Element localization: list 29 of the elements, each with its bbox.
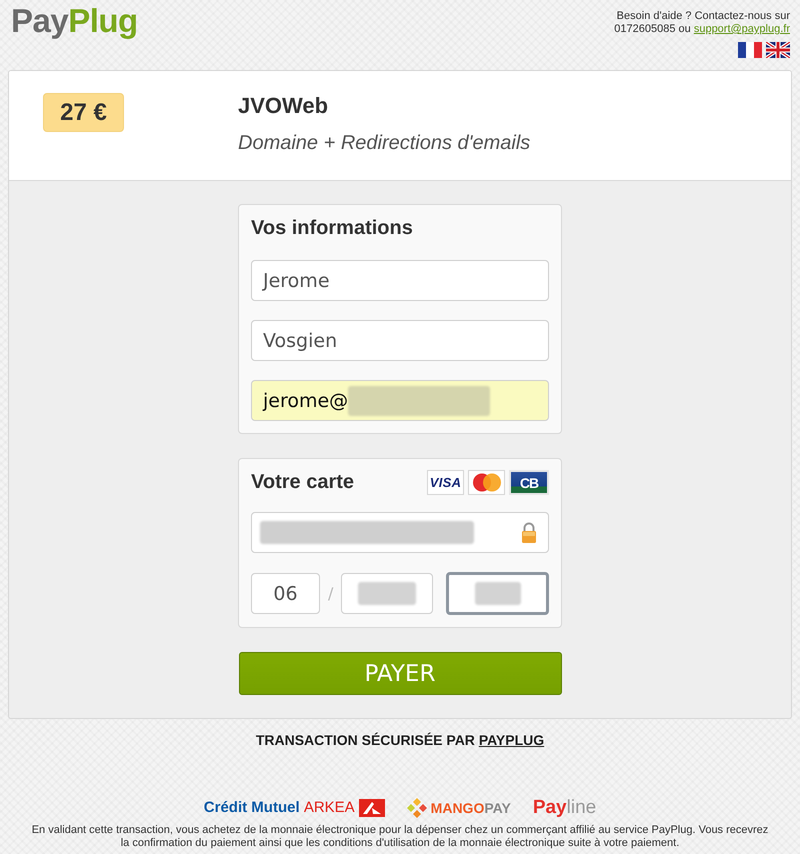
help-text: Besoin d'aide ? Contactez-nous sur 0172605085 ou support@payplug.fr [613, 10, 790, 36]
merchant-name: JVOWeb [238, 93, 328, 119]
padlock-icon [521, 522, 537, 543]
price-badge: 27 € [43, 93, 124, 132]
card-number-field[interactable] [251, 512, 549, 553]
cb-card-logo: CB [509, 470, 549, 495]
month-field[interactable]: 06 [251, 573, 320, 614]
security-notice: TRANSACTION SÉCURISÉE PAR PAYPLUG [256, 732, 544, 748]
partner-logo-text: Payline [532, 798, 596, 818]
year-field[interactable] [341, 573, 434, 614]
partner-logo-text: MANGOPAY [430, 799, 511, 818]
input-field[interactable]: Vosgien [251, 320, 549, 361]
order-description: Domaine + Redirections d'emails [238, 131, 530, 155]
cvv-field[interactable] [446, 572, 549, 615]
date-separator: / [328, 584, 334, 603]
arkea-logo-icon [358, 799, 385, 817]
input-field[interactable]: jerome@ [251, 380, 549, 421]
payplug-link[interactable]: PAYPLUG [478, 732, 544, 748]
french-flag-icon[interactable] [738, 42, 762, 58]
brand-logo: PayPlug [11, 1, 138, 41]
mastercard-logo-icon [468, 470, 505, 495]
british-flag-icon[interactable] [766, 42, 790, 58]
input-field[interactable]: Jerome [251, 260, 549, 301]
panel-title: Vos informations [251, 216, 413, 241]
disclaimer-text: En validant cette transaction, vous achetez de la monnaie électronique pour la dépenser chez un commerçant affilié au service PayPlug. Vous recevrez la confirmation du paiement ainsi que les conditions d'utilisation de la monnaie électronique suite à votre paiement. [30, 824, 770, 850]
mangopay-logo-icon [406, 798, 427, 818]
visa-logo: VISA [427, 470, 464, 495]
partner-logo-text: Crédit Mutuel ARKEA [204, 798, 355, 818]
panel-title: Votre carte [251, 470, 354, 495]
